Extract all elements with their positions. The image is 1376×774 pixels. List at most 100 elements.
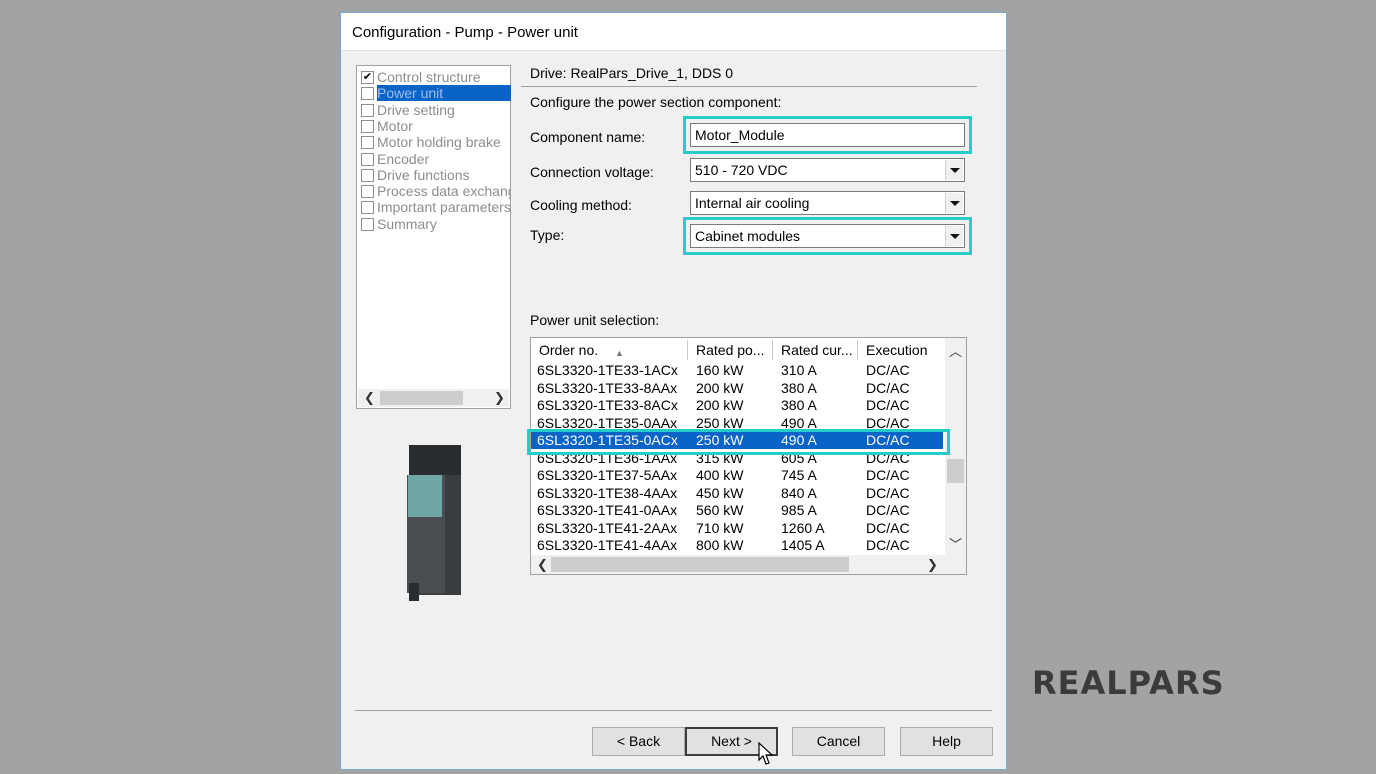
checkbox-icon[interactable] bbox=[361, 119, 374, 133]
column-execution[interactable]: Execution bbox=[858, 340, 943, 360]
cooling-method-label: Cooling method: bbox=[530, 197, 632, 213]
table-cell: 6SL3320-1TE33-8ACx bbox=[537, 397, 678, 413]
wizard-step-item[interactable]: Power unit bbox=[359, 85, 511, 102]
table-cell: 710 kW bbox=[696, 519, 744, 536]
chevron-down-icon[interactable] bbox=[945, 193, 963, 213]
wizard-step-item[interactable]: Encoder bbox=[359, 151, 511, 167]
table-cell: 985 A bbox=[781, 502, 817, 518]
table-row[interactable]: 6SL3320-1TE41-4AAx 800 kW 1405 A DC/AC bbox=[531, 537, 943, 554]
connection-voltage-label: Connection voltage: bbox=[530, 164, 654, 180]
table-cell: 6SL3320-1TE33-1ACx bbox=[537, 362, 678, 378]
component-name-highlight bbox=[683, 116, 972, 154]
table-cell: 6SL3320-1TE41-2AAx bbox=[537, 519, 678, 536]
table-cell: 200 kW bbox=[696, 379, 744, 396]
back-button[interactable]: < Back bbox=[592, 727, 685, 756]
wizard-step-label: Drive setting bbox=[377, 101, 455, 118]
table-cell: DC/AC bbox=[866, 397, 910, 413]
table-cell: 310 A bbox=[781, 362, 817, 378]
wizard-step-item[interactable]: ✔ Control structure bbox=[359, 69, 511, 85]
table-hscroll-thumb[interactable] bbox=[551, 557, 849, 572]
table-cell: 6SL3320-1TE38-4AAx bbox=[537, 484, 678, 501]
wizard-step-item[interactable]: Drive setting bbox=[359, 102, 511, 118]
table-cell: 6SL3320-1TE41-0AAx bbox=[537, 502, 678, 518]
checked-checkbox-icon[interactable]: ✔ bbox=[361, 71, 374, 84]
wizard-step-item[interactable]: Drive functions bbox=[359, 167, 511, 183]
table-row[interactable]: 6SL3320-1TE37-5AAx 400 kW 745 A DC/AC bbox=[531, 467, 943, 484]
wizard-step-item[interactable]: Motor holding brake bbox=[359, 134, 511, 150]
chevron-down-icon[interactable] bbox=[945, 160, 963, 180]
table-cell: 200 kW bbox=[696, 397, 744, 413]
power-unit-table[interactable]: Order no. ▲ Rated po... Rated cur... Exe… bbox=[530, 337, 967, 575]
table-row[interactable]: 6SL3320-1TE33-1ACx 160 kW 310 A DC/AC bbox=[531, 362, 943, 379]
table-cell: DC/AC bbox=[866, 484, 910, 501]
chevron-down-icon[interactable]: ﹀ bbox=[949, 534, 962, 553]
scroll-right-icon[interactable]: ❯ bbox=[494, 390, 505, 406]
wizard-step-item[interactable]: Important parameters bbox=[359, 199, 511, 215]
help-button[interactable]: Help bbox=[900, 727, 993, 756]
checkbox-icon[interactable] bbox=[361, 185, 374, 199]
type-label: Type: bbox=[530, 227, 565, 243]
table-vscroll-thumb[interactable] bbox=[947, 459, 964, 483]
power-unit-selection-label: Power unit selection: bbox=[530, 312, 660, 328]
cancel-button[interactable]: Cancel bbox=[792, 727, 885, 756]
scroll-right-icon[interactable]: ❯ bbox=[927, 557, 938, 573]
scroll-left-icon[interactable]: ❮ bbox=[537, 557, 548, 573]
wizard-step-label: Power unit bbox=[377, 85, 511, 102]
wizard-step-label: Motor bbox=[377, 117, 413, 134]
wizard-step-item[interactable]: Motor bbox=[359, 118, 511, 134]
wizard-step-label: Summary bbox=[377, 215, 437, 232]
cooling-method-select[interactable]: Internal air cooling bbox=[690, 191, 965, 215]
nav-scroll-thumb[interactable] bbox=[380, 391, 463, 405]
table-row[interactable]: 6SL3320-1TE38-4AAx 450 kW 840 A DC/AC bbox=[531, 485, 943, 502]
scroll-left-icon[interactable]: ❮ bbox=[364, 390, 375, 406]
table-cell: DC/AC bbox=[866, 502, 910, 518]
wizard-step-label: Important parameters bbox=[377, 199, 511, 216]
wizard-step-tree[interactable]: ✔ Control structure Power unit Drive settin… bbox=[356, 65, 511, 409]
checkbox-icon[interactable] bbox=[361, 201, 374, 215]
checkbox-icon[interactable] bbox=[361, 87, 374, 101]
table-row[interactable]: 6SL3320-1TE33-8AAx 200 kW 380 A DC/AC bbox=[531, 380, 943, 397]
checkbox-icon[interactable] bbox=[361, 136, 374, 150]
table-cell: DC/AC bbox=[866, 519, 910, 536]
table-cell: DC/AC bbox=[866, 467, 910, 483]
connection-voltage-value: 510 - 720 VDC bbox=[695, 162, 788, 178]
checkbox-icon[interactable] bbox=[361, 152, 374, 166]
wizard-step-label: Control structure bbox=[377, 69, 481, 85]
table-cell: DC/AC bbox=[866, 537, 910, 553]
window-title: Configuration - Pump - Power unit bbox=[352, 24, 578, 41]
table-cell: 6SL3320-1TE37-5AAx bbox=[537, 467, 678, 483]
table-cell: 160 kW bbox=[696, 362, 744, 378]
table-row[interactable]: 6SL3320-1TE41-2AAx 710 kW 1260 A DC/AC bbox=[531, 520, 943, 537]
component-name-label: Component name: bbox=[530, 129, 646, 145]
section-subtitle: Configure the power section component: bbox=[530, 94, 782, 110]
connection-voltage-select[interactable]: 510 - 720 VDC bbox=[690, 158, 965, 182]
table-cell: DC/AC bbox=[866, 362, 910, 378]
table-cell: 840 A bbox=[781, 484, 817, 501]
table-cell: 6SL3320-1TE33-8AAx bbox=[537, 379, 678, 396]
table-cell: 745 A bbox=[781, 467, 817, 483]
wizard-step-label: Motor holding brake bbox=[377, 134, 501, 151]
column-order-no[interactable]: Order no. ▲ bbox=[531, 340, 688, 360]
power-unit-image bbox=[405, 445, 461, 601]
checkbox-icon[interactable] bbox=[361, 217, 374, 231]
nav-horizontal-scrollbar[interactable]: ❮ ❯ bbox=[358, 389, 509, 407]
column-rated-power[interactable]: Rated po... bbox=[688, 340, 773, 360]
chevron-up-icon[interactable]: ︿ bbox=[949, 341, 962, 360]
type-highlight bbox=[683, 217, 972, 255]
table-cell: 400 kW bbox=[696, 467, 744, 483]
table-row[interactable]: 6SL3320-1TE33-8ACx 200 kW 380 A DC/AC bbox=[531, 397, 943, 414]
wizard-step-item[interactable]: Summary bbox=[359, 216, 511, 232]
column-rated-current[interactable]: Rated cur... bbox=[773, 340, 858, 360]
drive-label: Drive: RealPars_Drive_1, DDS 0 bbox=[530, 65, 734, 81]
table-horizontal-scrollbar[interactable]: ❮ ❯ bbox=[531, 555, 966, 574]
checkbox-icon[interactable] bbox=[361, 103, 374, 117]
cooling-method-value: Internal air cooling bbox=[695, 195, 810, 211]
table-cell: DC/AC bbox=[866, 379, 910, 396]
checkbox-icon[interactable] bbox=[361, 168, 374, 182]
table-cell: 450 kW bbox=[696, 484, 744, 501]
wizard-step-label: Encoder bbox=[377, 150, 430, 167]
table-cell: 800 kW bbox=[696, 537, 744, 553]
table-cell: 1405 A bbox=[781, 537, 825, 553]
wizard-step-item[interactable]: Process data exchang bbox=[359, 183, 511, 199]
table-row[interactable]: 6SL3320-1TE41-0AAx 560 kW 985 A DC/AC bbox=[531, 502, 943, 519]
